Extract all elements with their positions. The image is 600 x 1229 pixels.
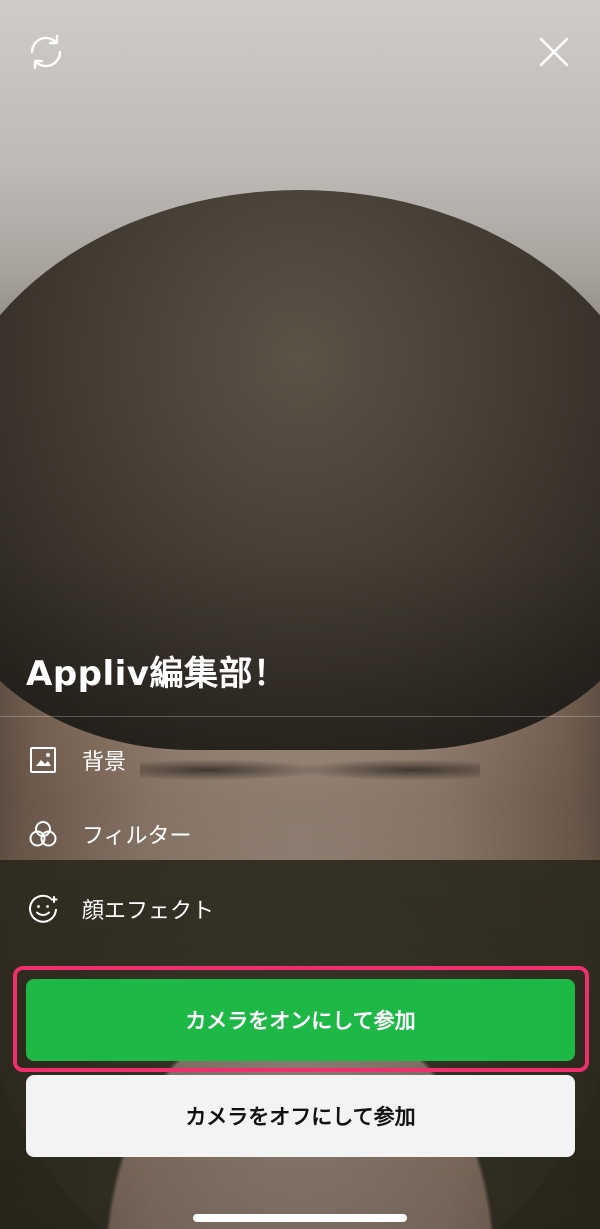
home-indicator[interactable] (193, 1214, 407, 1222)
filter-icon (26, 817, 60, 851)
menu-item-label: フィルター (82, 824, 192, 849)
join-with-camera-on-button[interactable]: カメラをオンにして参加 (26, 979, 575, 1061)
menu-item-filter[interactable]: フィルター (26, 814, 192, 854)
close-icon (537, 35, 571, 73)
join-with-camera-off-button[interactable]: カメラをオフにして参加 (26, 1075, 575, 1157)
menu-item-face-effect[interactable]: 顔エフェクト (26, 889, 214, 929)
camera-switch-button[interactable] (22, 30, 70, 78)
video-call-preview-screen: Appliv編集部！ 背景 フィルター 顔エフェクト カメラをオンにして参加 カ… (0, 0, 600, 1229)
menu-item-label: 背景 (82, 750, 127, 775)
menu-item-label: 顔エフェクト (82, 899, 215, 924)
menu-item-background[interactable]: 背景 (26, 740, 126, 780)
face-effect-icon (26, 892, 60, 926)
camera-switch-icon (24, 30, 68, 78)
image-icon (26, 743, 60, 777)
group-title: Appliv編集部！ (26, 654, 288, 694)
divider (0, 716, 600, 717)
close-button[interactable] (530, 30, 578, 78)
